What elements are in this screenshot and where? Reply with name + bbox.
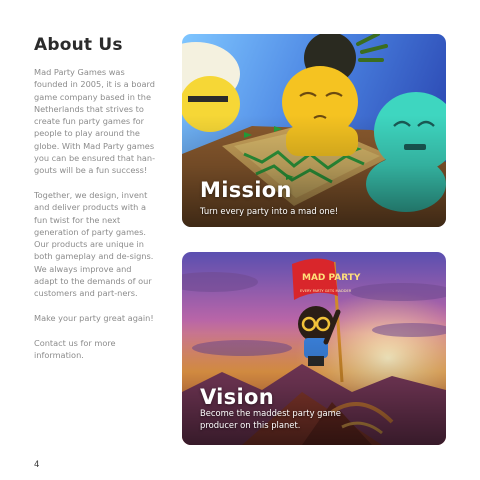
page-number: 4 <box>34 460 40 470</box>
vision-title: Vision <box>200 385 274 409</box>
vision-card: MAD PARTY EVERY PARTY GETS MADDER Vision… <box>182 252 446 445</box>
about-paragraph: Make your party great again! <box>34 312 154 323</box>
vision-text: Become the maddest party game producer o… <box>200 408 341 430</box>
about-body: Mad Party Games was founded in 2005, it … <box>34 66 156 373</box>
page-title: About Us <box>34 35 123 55</box>
mission-text: Turn every party into a mad one! <box>200 206 339 216</box>
mission-title: Mission <box>200 178 292 202</box>
about-paragraph: Together, we design, invent and deliver … <box>34 189 154 299</box>
flag-brand-text: MAD PARTY <box>302 273 361 283</box>
flag-tagline-text: EVERY PARTY GETS MADDER <box>300 289 352 293</box>
about-paragraph: Mad Party Games was founded in 2005, it … <box>34 67 156 176</box>
mission-card: Mission Turn every party into a mad one! <box>182 34 446 227</box>
about-paragraph: Contact us for more information. <box>34 337 116 360</box>
